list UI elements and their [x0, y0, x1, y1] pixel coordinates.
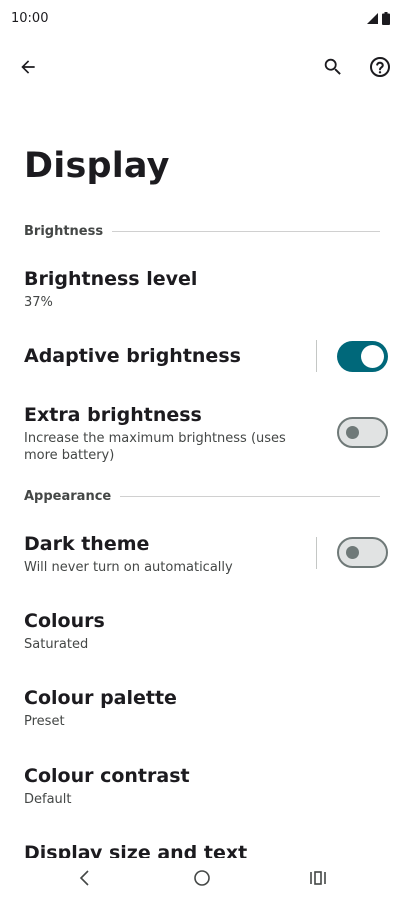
page-title: Display [24, 146, 170, 186]
navigation-bar [0, 858, 404, 900]
signal-icon [367, 13, 378, 24]
nav-home-icon [194, 870, 210, 886]
setting-adaptive-brightness[interactable]: Adaptive brightness [0, 332, 404, 382]
search-icon [324, 58, 341, 75]
help-icon [370, 57, 390, 77]
switch-divider [316, 340, 317, 372]
nav-recents-button[interactable] [306, 866, 330, 890]
setting-extra-brightness[interactable]: Extra brightness Increase the maximum br… [0, 394, 404, 470]
setting-title: Colour contrast [24, 765, 190, 787]
setting-title: Colours [24, 610, 105, 632]
setting-title: Adaptive brightness [24, 345, 241, 367]
setting-colour-contrast[interactable]: Colour contrast Default [0, 756, 404, 820]
section-header-brightness: Brightness [24, 224, 380, 239]
help-button[interactable] [367, 54, 393, 80]
section-divider [120, 496, 380, 497]
setting-summary: Increase the maximum brightness (uses mo… [24, 431, 286, 463]
status-icons [367, 12, 390, 25]
switch-thumb [346, 546, 359, 559]
section-divider [112, 231, 380, 232]
setting-summary: Saturated [24, 637, 89, 652]
section-header-label: Appearance [24, 489, 112, 504]
top-app-bar [0, 44, 404, 90]
status-time: 10:00 [11, 11, 49, 26]
back-arrow-icon [21, 60, 35, 74]
status-bar: 10:00 [0, 0, 404, 38]
setting-dark-theme[interactable]: Dark theme Will never turn on automatica… [0, 524, 404, 588]
setting-summary: 37% [24, 295, 53, 310]
setting-brightness-level[interactable]: Brightness level 37% [0, 260, 404, 324]
nav-back-icon [79, 870, 89, 886]
search-button[interactable] [320, 54, 346, 80]
setting-summary: Default [24, 792, 72, 807]
battery-icon [382, 12, 390, 25]
switch-divider [316, 537, 317, 569]
setting-colour-palette[interactable]: Colour palette Preset [0, 678, 404, 742]
setting-summary: Will never turn on automatically [24, 560, 233, 575]
nav-home-button[interactable] [190, 866, 214, 890]
setting-title: Dark theme [24, 533, 150, 555]
switch-thumb [361, 345, 384, 368]
back-button[interactable] [15, 54, 41, 80]
extra-brightness-switch[interactable] [337, 417, 388, 448]
adaptive-brightness-switch[interactable] [337, 341, 388, 372]
section-header-label: Brightness [24, 224, 104, 239]
setting-colours[interactable]: Colours Saturated [0, 601, 404, 665]
setting-title: Colour palette [24, 687, 177, 709]
setting-title: Extra brightness [24, 404, 202, 426]
setting-title: Brightness level [24, 268, 198, 290]
setting-summary: Preset [24, 714, 65, 729]
nav-back-button[interactable] [73, 866, 97, 890]
nav-recents-icon [310, 871, 326, 885]
dark-theme-switch[interactable] [337, 537, 388, 568]
section-header-appearance: Appearance [24, 489, 380, 504]
switch-thumb [346, 426, 359, 439]
